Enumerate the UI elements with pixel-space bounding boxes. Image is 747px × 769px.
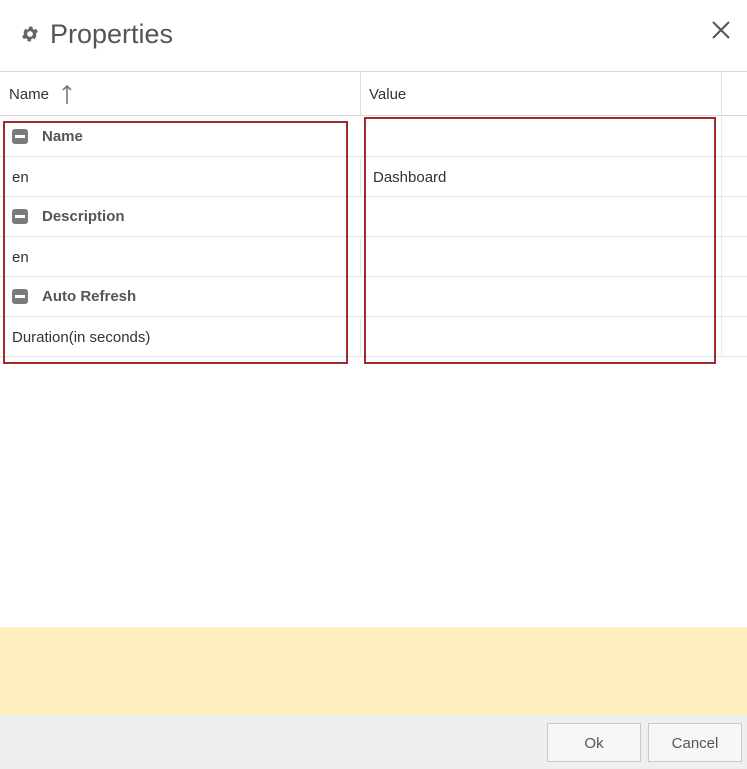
collapse-icon[interactable] [12,209,28,224]
column-header-value-label: Value [369,86,407,103]
grid-header: Name Value [0,72,747,116]
property-label: en [12,169,29,186]
column-header-name[interactable]: Name [9,72,49,115]
property-label: Duration(in seconds) [12,329,151,346]
dialog-footer: Ok Cancel [0,715,747,769]
collapse-icon[interactable] [12,129,28,144]
close-icon[interactable] [707,16,735,44]
column-resize-handle[interactable] [721,72,722,115]
group-row-name: Name [0,117,747,157]
ok-button[interactable]: Ok [547,723,641,762]
sort-ascending-icon[interactable] [60,84,74,106]
property-value-field[interactable] [373,317,703,357]
group-row-auto-refresh: Auto Refresh [0,277,747,317]
dialog-header: Properties [0,0,747,72]
property-row: en [0,237,747,277]
column-resize-handle[interactable] [360,72,361,115]
property-row: en Dashboard [0,157,747,197]
column-header-name-label: Name [9,86,50,103]
group-label: Description [42,208,125,225]
property-label: en [12,249,29,266]
dialog-title: Properties [50,19,174,49]
property-value-field[interactable]: Dashboard [373,157,703,197]
collapse-icon[interactable] [12,289,28,304]
property-row: Duration(in seconds) [0,317,747,357]
cancel-button[interactable]: Cancel [648,723,742,762]
property-value-field[interactable] [373,237,703,277]
group-label: Name [42,128,83,145]
column-header-value[interactable]: Value [369,72,406,115]
group-label: Auto Refresh [42,288,137,305]
group-row-description: Description [0,197,747,237]
notification-area [0,627,747,715]
gear-icon [22,26,38,42]
